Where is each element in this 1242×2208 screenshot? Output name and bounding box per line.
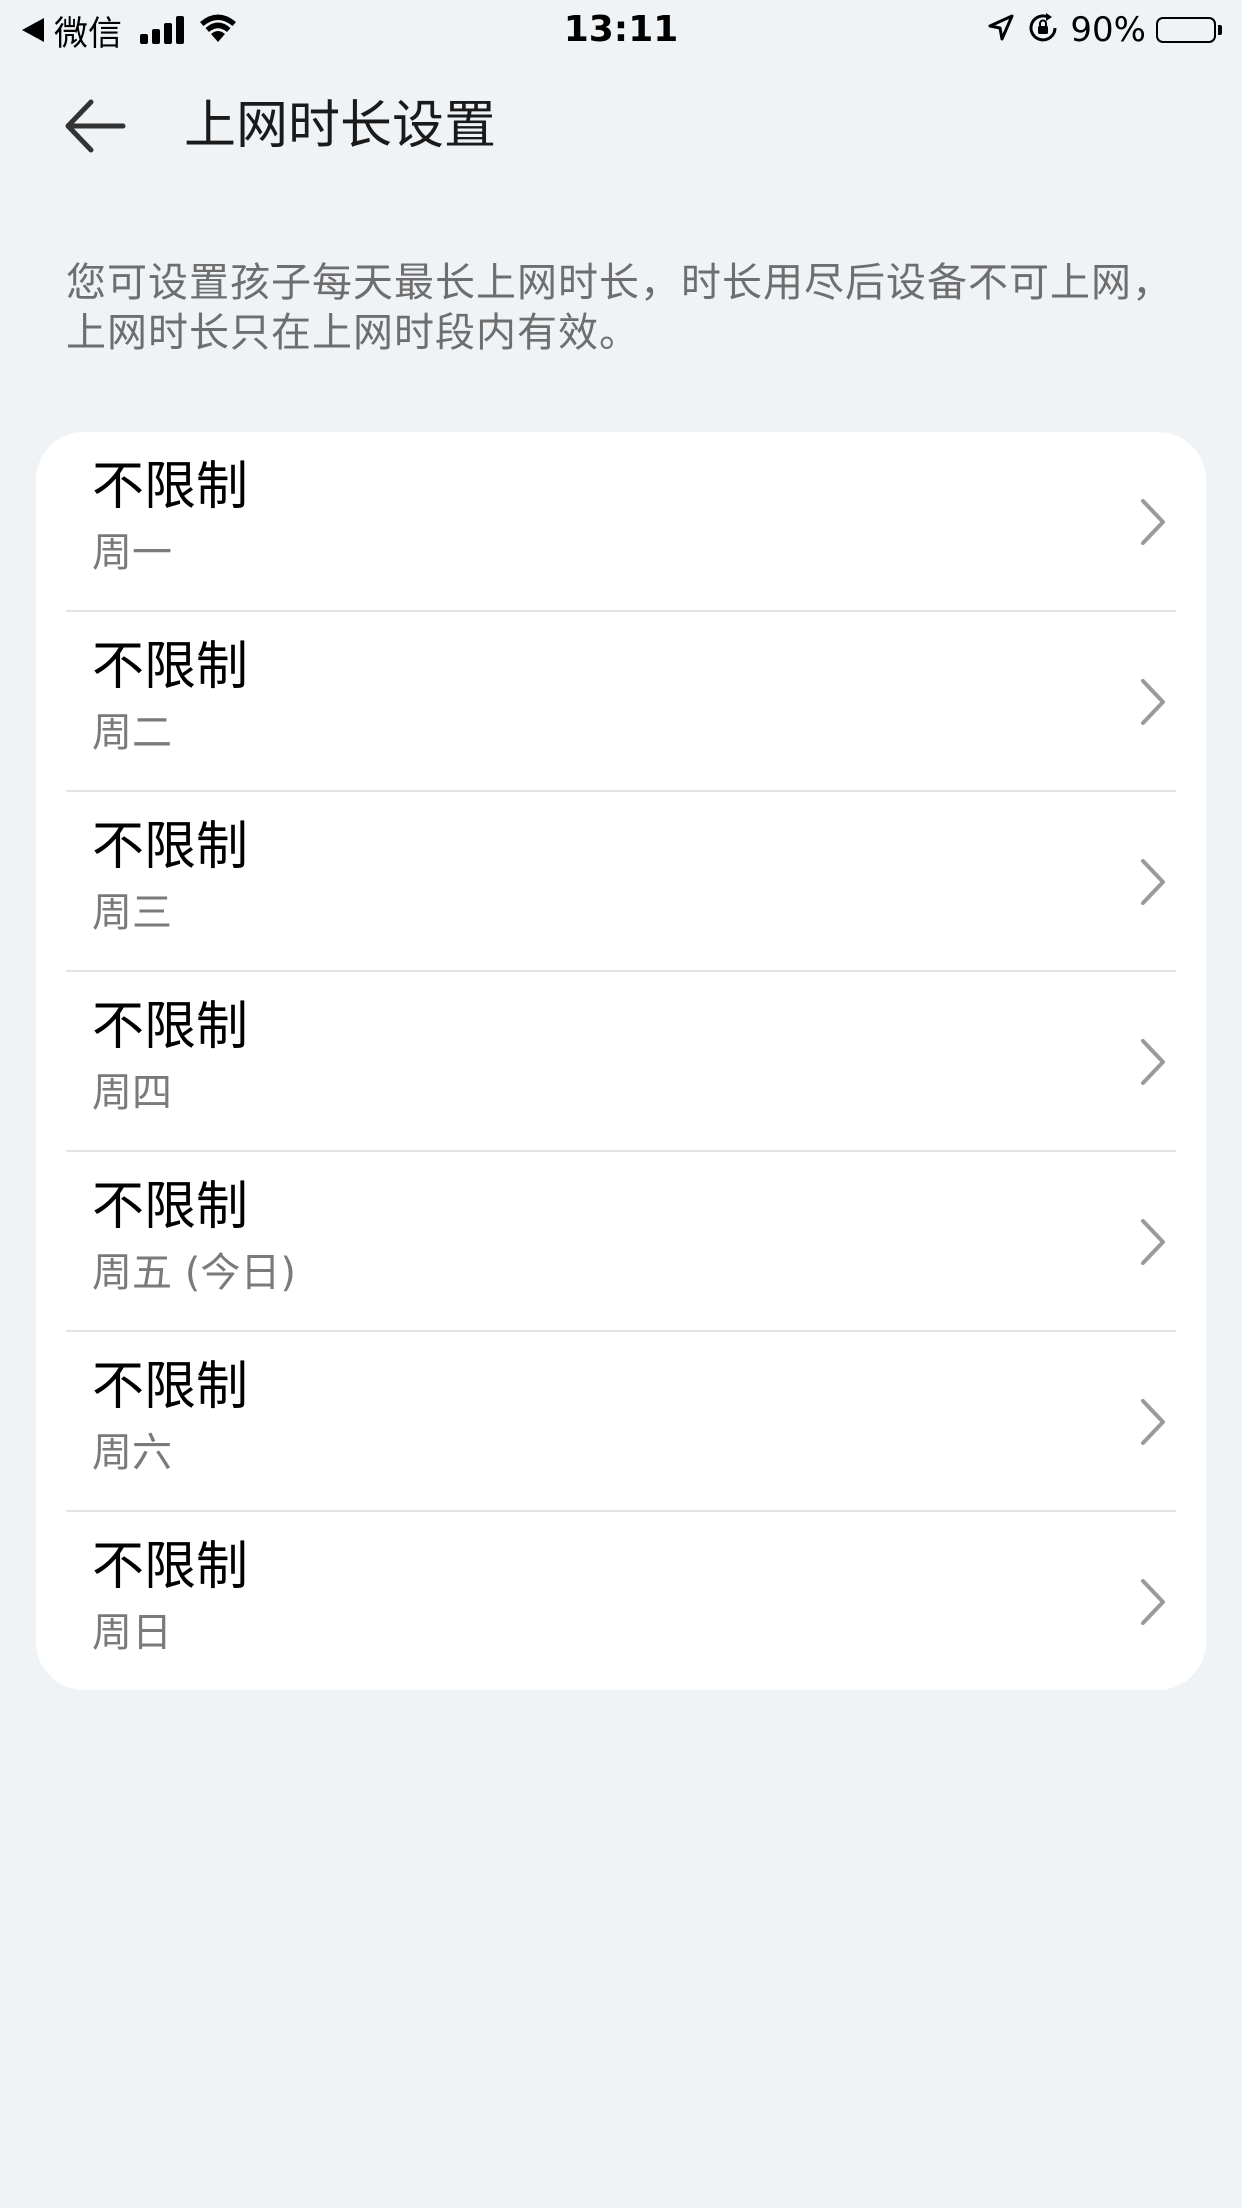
battery-icon [1156, 17, 1222, 43]
title-bar: 上网时长设置 [0, 80, 1242, 172]
day-label: 周二 [92, 710, 172, 756]
chevron-right-icon [1141, 1219, 1165, 1265]
day-label: 周一 [92, 530, 172, 576]
limit-value: 不限制 [92, 637, 249, 697]
day-label: 周四 [92, 1070, 172, 1116]
limit-value: 不限制 [92, 1357, 249, 1417]
day-row-thursday[interactable]: 不限制 周四 [36, 972, 1206, 1152]
limit-value: 不限制 [92, 1537, 249, 1597]
day-label: 周三 [92, 890, 172, 936]
page-title: 上网时长设置 [184, 96, 497, 156]
day-label: 周五 (今日) [92, 1250, 296, 1296]
day-label: 周日 [92, 1610, 172, 1656]
day-row-monday[interactable]: 不限制 周一 [36, 432, 1206, 612]
chevron-right-icon [1141, 859, 1165, 905]
day-row-saturday[interactable]: 不限制 周六 [36, 1332, 1206, 1512]
day-row-friday[interactable]: 不限制 周五 (今日) [36, 1152, 1206, 1332]
status-bar-right: 90% [986, 8, 1222, 52]
description-text: 您可设置孩子每天最长上网时长，时长用尽后设备不可上网，上网时长只在上网时段内有效… [66, 260, 1173, 356]
orientation-lock-icon [1026, 11, 1060, 49]
limit-value: 不限制 [92, 817, 249, 877]
daily-limit-list: 不限制 周一 不限制 周二 不限制 周三 不限制 周四 不限制 周五 (今日) … [36, 432, 1206, 1690]
day-row-wednesday[interactable]: 不限制 周三 [36, 792, 1206, 972]
chevron-right-icon [1141, 679, 1165, 725]
chevron-right-icon [1141, 499, 1165, 545]
back-button[interactable] [60, 94, 130, 158]
day-row-sunday[interactable]: 不限制 周日 [36, 1512, 1206, 1690]
day-label: 周六 [92, 1430, 172, 1476]
chevron-right-icon [1141, 1579, 1165, 1625]
limit-value: 不限制 [92, 457, 249, 517]
limit-value: 不限制 [92, 997, 249, 1057]
arrow-left-icon [65, 99, 126, 153]
location-arrow-icon [986, 13, 1016, 47]
chevron-right-icon [1141, 1039, 1165, 1085]
battery-percent: 90% [1070, 10, 1146, 50]
day-row-tuesday[interactable]: 不限制 周二 [36, 612, 1206, 792]
status-bar: 微信 13:11 90% [0, 0, 1242, 62]
chevron-right-icon [1141, 1399, 1165, 1445]
limit-value: 不限制 [92, 1177, 249, 1237]
